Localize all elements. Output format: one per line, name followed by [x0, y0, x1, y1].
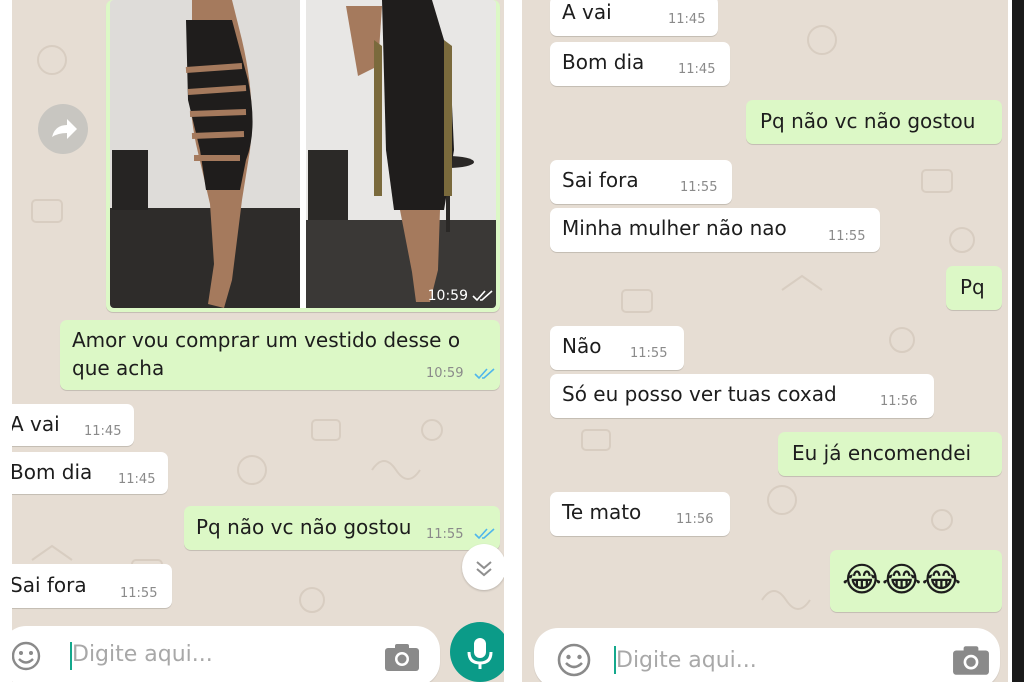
emoji-icon[interactable] — [12, 640, 42, 672]
message-input-bar: Digite aqui... — [534, 628, 1000, 682]
message-text: Bom dia — [12, 460, 93, 484]
message-text: A vai — [12, 412, 60, 436]
message-time: 11:56 — [676, 512, 714, 527]
image-message-time: 10:59 — [427, 288, 468, 304]
dress-photo[interactable] — [110, 0, 496, 308]
camera-icon[interactable] — [384, 642, 420, 672]
message-outgoing[interactable]: Amor vou comprar um vestido desse o que … — [60, 320, 500, 390]
message-time: 11:55 — [426, 527, 464, 542]
message-time: 11:45 — [118, 472, 156, 487]
message-incoming[interactable]: Só eu posso ver tuas coxad 11:56 — [550, 374, 934, 418]
message-input[interactable]: Digite aqui... — [616, 648, 757, 673]
right-edge — [1012, 0, 1024, 682]
panel-separator — [0, 0, 12, 682]
message-input[interactable]: Digite aqui... — [72, 642, 213, 667]
camera-icon[interactable] — [952, 644, 990, 676]
message-text: Bom dia — [562, 50, 645, 74]
double-check-icon — [474, 368, 495, 380]
message-time: 11:55 — [680, 180, 718, 195]
mic-button[interactable] — [450, 622, 504, 682]
message-text: Eu já encomendei — [792, 441, 972, 465]
message-text: Não — [562, 334, 602, 358]
message-text: Pq — [960, 275, 985, 299]
chat-panel-left: 10:59 Amor vou comprar um vestido desse … — [12, 0, 504, 682]
message-text: Pq não vc não gostou — [760, 109, 976, 133]
message-text: Amor vou comprar um vestido desse o — [72, 328, 461, 352]
dress-photo-illustration — [110, 0, 496, 308]
message-text: Pq não vc não gostou — [196, 515, 412, 539]
message-incoming[interactable]: Bom dia 11:45 — [550, 42, 730, 86]
chevron-down-icon — [476, 561, 492, 577]
message-time: 11:55 — [120, 586, 158, 601]
message-time: 11:45 — [678, 62, 716, 77]
chat-panel-right: A vai 11:45 Bom dia 11:45 Pq não vc não … — [522, 0, 1008, 682]
message-text: que acha — [72, 356, 165, 380]
message-time: 11:55 — [828, 229, 866, 244]
message-text: Sai fora — [562, 168, 639, 192]
message-text: Só eu posso ver tuas coxad — [562, 382, 837, 406]
message-outgoing[interactable]: 😂😂😂 — [830, 550, 1002, 612]
message-outgoing[interactable]: Pq não vc não gostou — [746, 100, 1002, 144]
message-incoming[interactable]: Sai fora 11:55 — [550, 160, 732, 204]
message-time: 11:55 — [630, 346, 668, 361]
message-incoming[interactable]: Não 11:55 — [550, 326, 684, 370]
message-outgoing[interactable]: Pq — [946, 266, 1002, 310]
forward-icon — [52, 119, 77, 139]
message-text: Te mato — [562, 500, 642, 524]
message-emoji: 😂😂😂 — [842, 560, 962, 600]
message-time: 11:45 — [84, 424, 122, 439]
message-outgoing[interactable]: Eu já encomendei — [778, 432, 1002, 476]
double-check-icon — [472, 290, 493, 302]
message-incoming[interactable]: Sai fora 11:55 — [12, 564, 172, 608]
scroll-down-button[interactable] — [462, 544, 504, 590]
message-time: 11:45 — [668, 12, 706, 27]
message-text: Sai fora — [12, 573, 87, 597]
message-time: 11:56 — [880, 394, 918, 409]
message-outgoing[interactable]: Pq não vc não gostou 11:55 — [184, 506, 500, 550]
message-incoming[interactable]: A vai 11:45 — [550, 0, 718, 36]
panel-separator — [504, 0, 522, 682]
forward-button[interactable] — [38, 104, 88, 154]
message-incoming[interactable]: Minha mulher não nao 11:55 — [550, 208, 880, 252]
image-message[interactable]: 10:59 — [106, 0, 500, 312]
message-incoming[interactable]: Bom dia 11:45 — [12, 452, 168, 494]
message-time: 10:59 — [426, 366, 464, 381]
message-text: Minha mulher não nao — [562, 216, 787, 240]
mic-icon — [467, 638, 493, 669]
message-text: A vai — [562, 0, 612, 24]
message-incoming[interactable]: A vai 11:45 — [12, 404, 134, 446]
double-check-icon — [474, 528, 495, 540]
emoji-icon[interactable] — [556, 642, 592, 678]
message-input-bar: Digite aqui... — [12, 626, 440, 682]
message-incoming[interactable]: Te mato 11:56 — [550, 492, 730, 536]
